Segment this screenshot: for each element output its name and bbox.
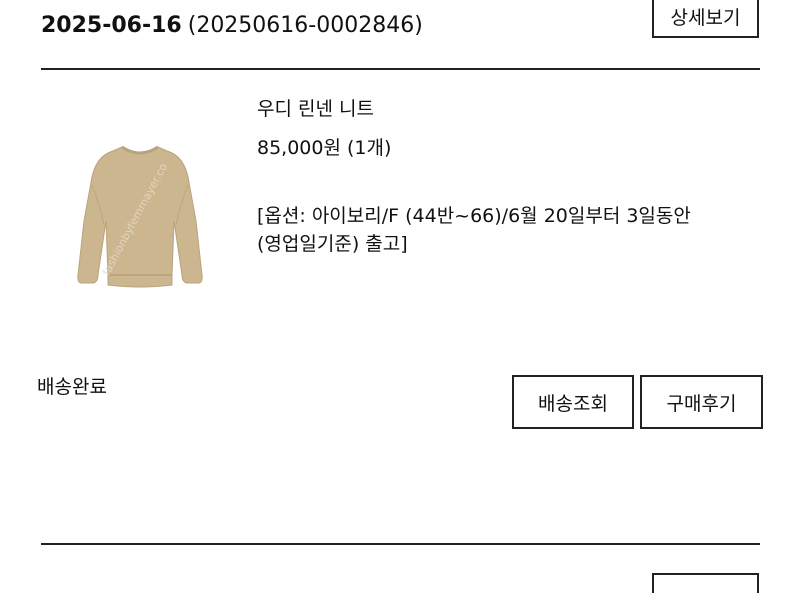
- product-thumbnail[interactable]: fashionbyfemmayer.co: [60, 125, 220, 300]
- order-header: 2025-06-16 (20250616-0002846): [41, 9, 423, 43]
- option-line-1: [옵션: 아이보리/F (44반~66)/6월 20일부터 3일동안: [257, 205, 691, 227]
- product-option: [옵션: 아이보리/F (44반~66)/6월 20일부터 3일동안 (영업일기…: [257, 202, 757, 258]
- sweater-image: fashionbyfemmayer.co: [77, 145, 203, 288]
- track-delivery-button[interactable]: 배송조회: [512, 375, 634, 429]
- top-divider: [41, 68, 760, 70]
- product-name[interactable]: 우디 린넨 니트: [257, 95, 374, 123]
- order-date: 2025-06-16: [41, 13, 182, 38]
- product-price: 85,000원 (1개): [257, 137, 392, 159]
- next-order-detail-button[interactable]: [652, 573, 759, 593]
- detail-button[interactable]: 상세보기: [652, 0, 759, 38]
- option-line-2: (영업일기준) 출고]: [257, 233, 408, 255]
- write-review-button[interactable]: 구매후기: [640, 375, 763, 429]
- delivery-status: 배송완료: [37, 376, 107, 398]
- order-number: (20250616-0002846): [187, 13, 423, 38]
- bottom-divider: [41, 543, 760, 545]
